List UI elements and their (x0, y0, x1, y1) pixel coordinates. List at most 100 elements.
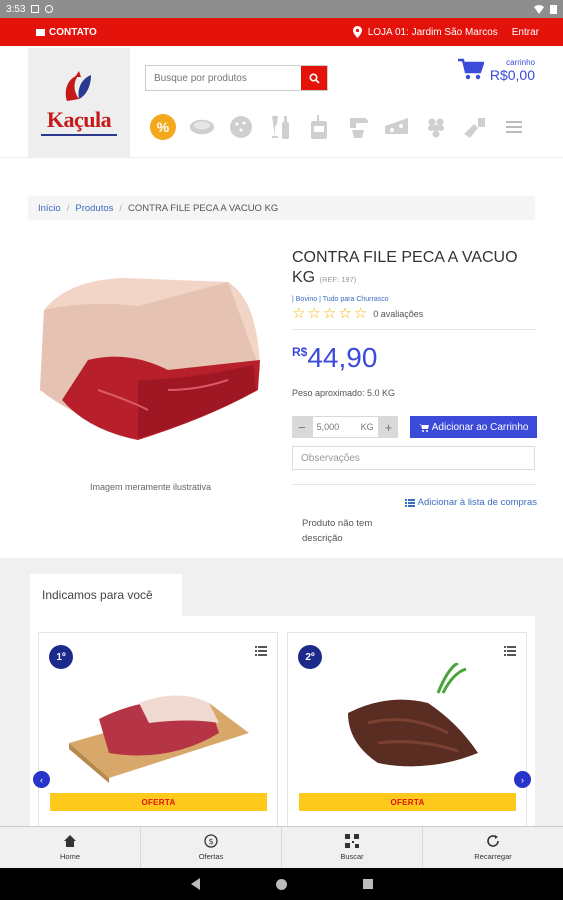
nav-reload-label: Recarregar (474, 852, 512, 861)
home-circle-icon[interactable] (275, 878, 287, 890)
breadcrumb-home[interactable]: Início (38, 203, 61, 214)
review-count: 0 avaliações (373, 308, 424, 319)
add-to-cart-label: Adicionar ao Carrinho (431, 421, 529, 433)
home-icon (64, 835, 76, 847)
nav-search[interactable]: Buscar (282, 827, 423, 868)
location-pin-icon (352, 26, 362, 38)
dollar-icon: $ (204, 834, 218, 848)
search-button[interactable] (301, 66, 327, 90)
system-nav-bar (0, 868, 563, 900)
cart-icon (457, 58, 484, 80)
bottom-nav: Home $ Ofertas Buscar Recarregar (0, 826, 563, 868)
product-image (40, 278, 260, 440)
store-selector[interactable]: LOJA 01: Jardim São Marcos (352, 26, 498, 38)
drink-icon[interactable] (306, 114, 332, 140)
star-icon[interactable]: ☆ (338, 306, 351, 321)
search-input[interactable] (146, 66, 301, 90)
logo-underline (41, 133, 117, 136)
store-label: LOJA 01: Jardim São Marcos (367, 26, 498, 38)
offer-badge: OFERTA (50, 793, 267, 811)
increase-button[interactable]: + (378, 416, 399, 438)
product-card[interactable]: 2º OFERTA (287, 632, 527, 832)
star-icon[interactable]: ☆ (323, 306, 336, 321)
breadcrumb-separator: / (119, 202, 123, 214)
breadcrumb: Início / Produtos / CONTRA FILE PECA A V… (28, 196, 535, 220)
login-link[interactable]: Entrar (512, 27, 539, 38)
rating[interactable]: ☆ ☆ ☆ ☆ ☆ 0 avaliações (292, 306, 537, 321)
product-title: CONTRA FILE PECA A VACUO KG (REF: 197) (292, 248, 537, 290)
logo[interactable]: Kaçula (28, 48, 130, 158)
product-categories[interactable]: | Bovino | Tudo para Churrasco (292, 296, 537, 303)
nav-offers[interactable]: $ Ofertas (141, 827, 282, 868)
qr-code-icon (345, 834, 359, 848)
meat-icon[interactable] (189, 114, 215, 140)
breadcrumb-separator: / (66, 202, 70, 214)
star-icon[interactable]: ☆ (307, 306, 320, 321)
breadcrumb-products[interactable]: Produtos (75, 203, 113, 214)
star-icon[interactable]: ☆ (354, 306, 367, 321)
offer-badge: OFERTA (299, 793, 516, 811)
star-icon[interactable]: ☆ (292, 306, 305, 321)
battery-icon (550, 5, 557, 14)
svg-text:$: $ (208, 837, 213, 846)
cart-icon (418, 423, 429, 432)
logo-wordmark: Kaçula (46, 106, 112, 132)
product-card[interactable]: 1º OFERTA (38, 632, 278, 832)
cookie-icon[interactable] (228, 114, 254, 140)
grapes-icon[interactable] (423, 114, 449, 140)
reload-icon (487, 835, 499, 847)
product-description: Produto não tem descrição (302, 518, 373, 544)
product-image (69, 695, 249, 783)
add-to-list-link[interactable]: Adicionar à lista de compras (292, 497, 537, 508)
product-image (348, 663, 478, 767)
list-icon[interactable] (255, 646, 267, 656)
list-icon (404, 498, 415, 507)
weight-info: Peso aproximado: 5.0 KG (292, 388, 396, 398)
nav-offers-label: Ofertas (198, 852, 224, 861)
logo-mark-icon (65, 70, 91, 101)
wifi-icon (534, 4, 544, 14)
search-bar (145, 65, 328, 91)
decrease-button[interactable]: − (292, 416, 312, 438)
carousel-prev-button[interactable]: ‹ (33, 771, 50, 788)
price: R$ 44,90 (292, 342, 537, 374)
nav-reload[interactable]: Recarregar (423, 827, 563, 868)
contact-link[interactable]: CONTATO (36, 27, 97, 38)
contact-label: CONTATO (49, 26, 97, 38)
menu-icon[interactable] (501, 114, 527, 140)
recents-icon[interactable] (362, 879, 373, 889)
percent-icon[interactable]: % (150, 114, 176, 140)
cheese-icon[interactable] (384, 114, 410, 140)
add-to-list-label: Adicionar à lista de compras (417, 497, 537, 508)
price-currency: R$ (292, 345, 308, 359)
recommendations-section: Indicamos para você 1º OFERTA 2º OFERTA (0, 558, 563, 832)
image-caption: Imagem meramente ilustrativa (89, 482, 212, 492)
notes-field[interactable]: Observações (292, 446, 535, 470)
cart-widget[interactable]: carrinho R$0,00 (457, 58, 535, 83)
mixer-icon[interactable] (345, 114, 371, 140)
carousel-next-button[interactable]: › (514, 771, 531, 788)
wine-icon[interactable] (267, 114, 293, 140)
nav-home[interactable]: Home (0, 827, 141, 868)
add-to-cart-button[interactable]: Adicionar ao Carrinho (410, 416, 537, 438)
notification-icon (31, 5, 40, 13)
breadcrumb-current: CONTRA FILE PECA A VACUO KG (128, 202, 279, 214)
quantity-stepper[interactable]: 5,000 KG (311, 416, 379, 438)
divider (292, 329, 537, 330)
tab-recommendations[interactable]: Indicamos para você (30, 574, 182, 616)
status-bar: 3:53 (0, 0, 563, 18)
back-icon[interactable] (190, 878, 200, 890)
cleaning-icon[interactable] (462, 114, 488, 140)
nav-search-label: Buscar (340, 852, 364, 861)
product-ref: (REF: 197) (319, 275, 357, 284)
quantity-value: 5,000 (316, 422, 340, 432)
recommendations-panel: 1º OFERTA 2º OFERTA (30, 616, 535, 832)
quantity-row: − 5,000 KG + Adicionar ao Carrinho (292, 416, 537, 438)
cart-total: R$0,00 (489, 67, 535, 83)
cart-label: carrinho (506, 58, 535, 67)
list-icon[interactable] (504, 646, 516, 656)
envelope-icon (36, 28, 45, 36)
search-icon (308, 72, 320, 84)
quantity-unit: KG (360, 422, 374, 432)
nav-home-label: Home (59, 852, 80, 861)
